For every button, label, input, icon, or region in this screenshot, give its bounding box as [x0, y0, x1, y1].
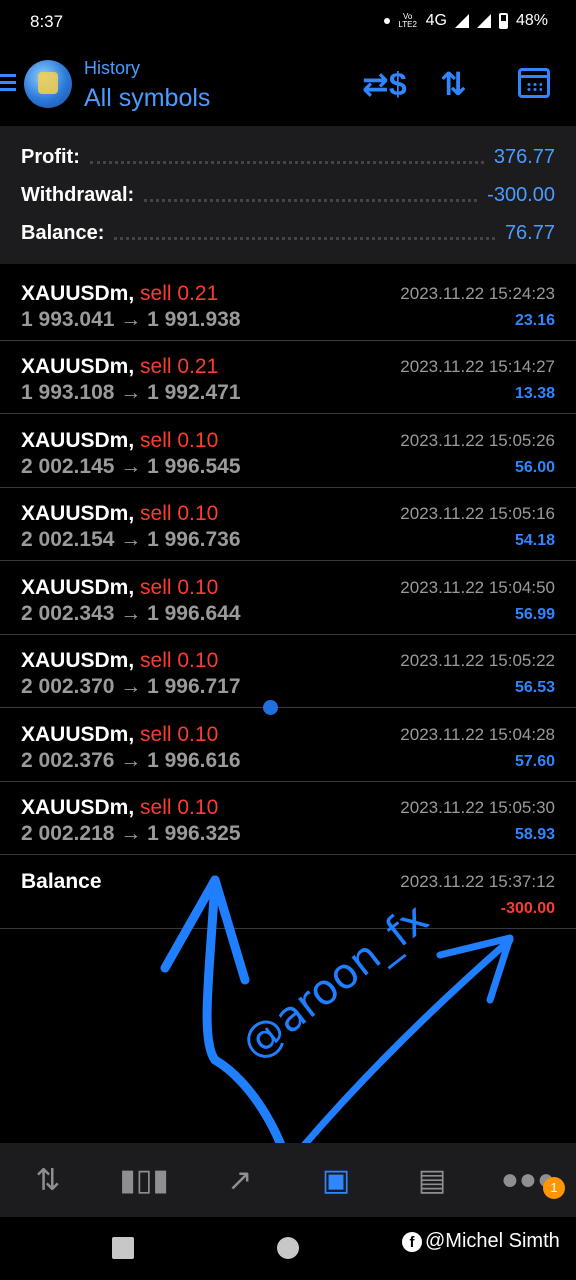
- deal-symbol: XAUUSDm,: [21, 429, 135, 452]
- deal-time: 2023.11.22 15:24:23: [400, 284, 555, 303]
- deal-side: sell 0.10: [140, 576, 219, 599]
- deal-prices: 2 002.370 → 1 996.717: [21, 675, 241, 698]
- quotes-icon[interactable]: ⇅: [0, 1143, 96, 1217]
- summary-label: Balance:: [21, 221, 105, 244]
- balance-amount: -300.00: [500, 900, 555, 917]
- summary-label: Withdrawal:: [21, 183, 135, 206]
- battery-percent: 48%: [515, 12, 548, 29]
- facebook-icon: f: [402, 1231, 422, 1252]
- deal-side: sell 0.10: [140, 796, 219, 819]
- deal-prices: 2 002.343 → 1 996.644: [21, 602, 241, 625]
- recents-button[interactable]: [112, 1237, 134, 1259]
- deal-row[interactable]: XAUUSDm, sell 0.21 1 993.108 → 1 992.471…: [0, 341, 576, 414]
- deal-symbol: XAUUSDm,: [21, 649, 135, 672]
- app-logo: [24, 60, 72, 108]
- deal-symbol: XAUUSDm,: [21, 282, 135, 305]
- dotted-leader: [144, 189, 478, 202]
- summary-balance-row: Balance: 76.77: [21, 218, 555, 248]
- signal-icon: [454, 14, 469, 28]
- credit-watermark: f @Michel Simth: [402, 1230, 560, 1253]
- deal-row[interactable]: XAUUSDm, sell 0.10 2 002.376 → 1 996.616…: [0, 709, 576, 782]
- volte-icon: Vo LTE2: [398, 12, 417, 29]
- summary-profit-row: Profit: 376.77: [21, 142, 555, 172]
- deal-symbol: XAUUSDm,: [21, 502, 135, 525]
- summary-value: 376.77: [493, 145, 555, 168]
- summary-withdrawal-row: Withdrawal: -300.00: [21, 180, 555, 210]
- deal-profit: 13.38: [514, 385, 555, 402]
- deal-symbol: XAUUSDm,: [21, 355, 135, 378]
- balance-label: Balance: [21, 870, 102, 893]
- header-subtitle: History: [84, 58, 141, 78]
- status-bar: 8:37 Vo LTE2 4G 48%: [0, 0, 576, 44]
- deal-time: 2023.11.22 15:05:22: [400, 651, 555, 670]
- trade-icon[interactable]: ↗: [192, 1143, 288, 1217]
- deal-row[interactable]: XAUUSDm, sell 0.10 2 002.145 → 1 996.545…: [0, 415, 576, 488]
- deal-profit: 56.00: [514, 459, 555, 476]
- summary-value: 76.77: [504, 221, 555, 244]
- deal-side: sell 0.10: [140, 649, 219, 672]
- deal-profit: 54.18: [514, 532, 555, 549]
- system-navigation: f @Michel Simth: [0, 1217, 576, 1280]
- home-button[interactable]: [277, 1237, 299, 1259]
- chat-badge: 1: [543, 1177, 565, 1199]
- deal-time: 2023.11.22 15:05:26: [400, 431, 555, 450]
- deal-row[interactable]: XAUUSDm, sell 0.10 2 002.218 → 1 996.325…: [0, 782, 576, 855]
- deal-side: sell 0.21: [140, 355, 219, 378]
- app-header: History All symbols ⇄$ ⇅: [0, 44, 576, 126]
- status-time: 8:37: [30, 12, 64, 31]
- deal-symbol: XAUUSDm,: [21, 576, 135, 599]
- currency-switch-icon[interactable]: ⇄$: [362, 66, 407, 102]
- sort-icon[interactable]: ⇅: [440, 66, 467, 102]
- touch-indicator: [263, 700, 278, 715]
- deal-profit: 57.60: [514, 753, 555, 770]
- notification-dot-icon: [383, 18, 390, 24]
- deal-row[interactable]: XAUUSDm, sell 0.10 2 002.154 → 1 996.736…: [0, 488, 576, 561]
- deal-symbol: XAUUSDm,: [21, 796, 135, 819]
- news-icon[interactable]: ▤: [384, 1143, 480, 1217]
- deal-prices: 1 993.108 → 1 992.471: [21, 381, 241, 404]
- deal-time: 2023.11.22 15:05:30: [400, 798, 555, 817]
- header-title[interactable]: All symbols: [84, 84, 210, 113]
- deal-profit: 56.53: [514, 679, 555, 696]
- deal-time: 2023.11.22 15:04:28: [400, 725, 555, 744]
- menu-icon[interactable]: [0, 74, 16, 92]
- signal-icon-2: [476, 14, 491, 28]
- deal-profit: 58.93: [514, 826, 555, 843]
- network-label: 4G: [425, 12, 447, 29]
- deal-prices: 2 002.145 → 1 996.545: [21, 455, 241, 478]
- deal-prices: 2 002.218 → 1 996.325: [21, 822, 241, 845]
- deal-time: 2023.11.22 15:14:27: [400, 357, 555, 376]
- summary-value: -300.00: [487, 183, 555, 206]
- deal-row[interactable]: XAUUSDm, sell 0.10 2 002.343 → 1 996.644…: [0, 562, 576, 635]
- deal-symbol: XAUUSDm,: [21, 723, 135, 746]
- summary-panel: Profit: 376.77 Withdrawal: -300.00 Balan…: [0, 126, 576, 264]
- dotted-leader: [89, 151, 484, 164]
- credit-text: @Michel Simth: [425, 1230, 560, 1252]
- status-icons: Vo LTE2 4G 48%: [383, 12, 548, 30]
- balance-row[interactable]: Balance 2023.11.22 15:37:12 -300.00: [0, 856, 576, 929]
- deal-side: sell 0.10: [140, 502, 219, 525]
- deal-prices: 2 002.376 → 1 996.616: [21, 749, 241, 772]
- battery-icon: [498, 13, 508, 29]
- deal-time: 2023.11.22 15:04:50: [400, 578, 555, 597]
- deal-profit: 23.16: [514, 312, 555, 329]
- balance-time: 2023.11.22 15:37:12: [400, 872, 555, 891]
- deal-prices: 1 993.041 → 1 991.938: [21, 308, 241, 331]
- deal-side: sell 0.10: [140, 723, 219, 746]
- chat-icon[interactable]: ●●● 1: [480, 1143, 576, 1217]
- deal-row[interactable]: XAUUSDm, sell 0.10 2 002.370 → 1 996.717…: [0, 635, 576, 708]
- bottom-navigation: ⇅ ▮▯▮ ↗ ▣ ▤ ●●● 1: [0, 1143, 576, 1217]
- deal-time: 2023.11.22 15:05:16: [400, 504, 555, 523]
- summary-label: Profit:: [21, 145, 80, 168]
- dotted-leader: [114, 227, 495, 240]
- deal-row[interactable]: XAUUSDm, sell 0.21 1 993.041 → 1 991.938…: [0, 268, 576, 341]
- deal-prices: 2 002.154 → 1 996.736: [21, 528, 241, 551]
- deal-side: sell 0.21: [140, 282, 219, 305]
- deal-profit: 56.99: [514, 606, 555, 623]
- deal-side: sell 0.10: [140, 429, 219, 452]
- history-icon[interactable]: ▣: [288, 1143, 384, 1217]
- chart-icon[interactable]: ▮▯▮: [96, 1143, 192, 1217]
- calendar-icon[interactable]: [518, 68, 550, 98]
